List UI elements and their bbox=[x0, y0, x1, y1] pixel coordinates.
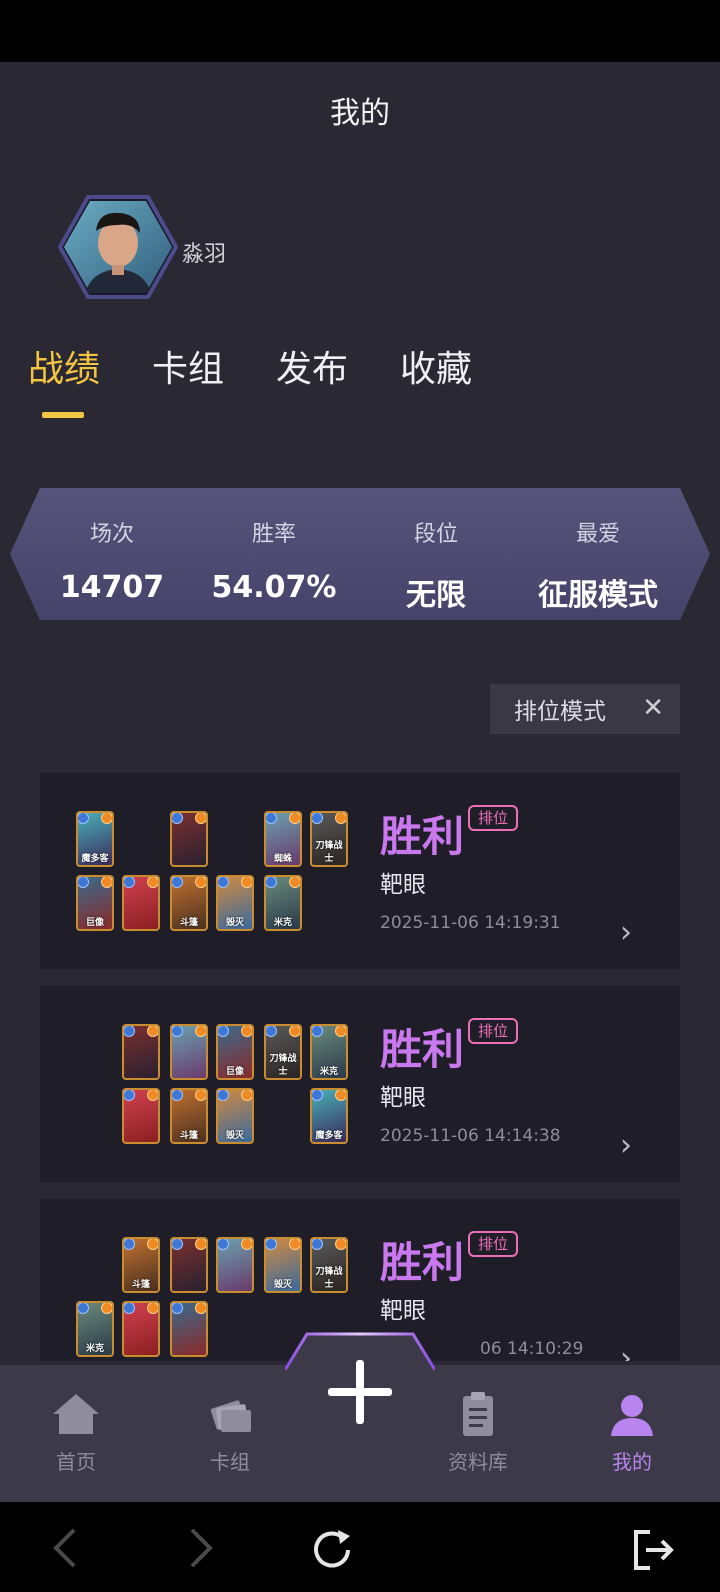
status-bar bbox=[0, 0, 720, 62]
chevron-right-icon: › bbox=[620, 1341, 632, 1361]
deck-card: 巨像 bbox=[216, 1024, 254, 1080]
deck-card: 斗篷 bbox=[170, 875, 208, 931]
deck-card bbox=[122, 1024, 160, 1080]
nav-profile[interactable]: 我的 bbox=[582, 1390, 682, 1475]
deck-card: 魔多客 bbox=[310, 1088, 348, 1144]
forward-arrow-icon[interactable] bbox=[180, 1526, 220, 1570]
close-icon[interactable]: ✕ bbox=[642, 693, 664, 723]
nav-label: 卡组 bbox=[210, 1450, 250, 1474]
nav-label: 资料库 bbox=[448, 1450, 508, 1474]
match-result: 胜利 bbox=[380, 1238, 465, 1287]
username: 淼羽 bbox=[182, 242, 227, 267]
home-icon bbox=[53, 1394, 99, 1434]
avatar[interactable] bbox=[57, 195, 179, 299]
deck-card: 米克 bbox=[264, 875, 302, 931]
refresh-icon[interactable] bbox=[308, 1526, 356, 1574]
deck-card: 刀锋战士 bbox=[264, 1024, 302, 1080]
deck-card: 蜘蛛 bbox=[264, 811, 302, 867]
page-title: 我的 bbox=[330, 96, 390, 131]
stat-value: 54.07% bbox=[211, 570, 337, 605]
deck-card bbox=[170, 1301, 208, 1357]
mode-filter-chip[interactable]: 排位模式 ✕ bbox=[490, 684, 680, 734]
match-list: 魔多客 蜘蛛 刀锋战士 巨像 斗篷 毁灭 米克 胜利 排位 靶眼 2025-11… bbox=[40, 773, 680, 1361]
match-result: 胜利 bbox=[380, 812, 465, 861]
tab-decks[interactable]: 卡组 bbox=[152, 340, 224, 392]
back-arrow-icon[interactable] bbox=[46, 1526, 86, 1570]
deck-card bbox=[170, 811, 208, 867]
deck-card: 毁灭 bbox=[264, 1237, 302, 1293]
tab-published[interactable]: 发布 bbox=[276, 340, 348, 392]
match-time: 2025-11-06 14:14:38 bbox=[380, 1126, 561, 1146]
stats-banner: 场次 14707 胜率 54.07% 段位 无限 最爱 征服模式 bbox=[10, 488, 710, 628]
nav-label: 首页 bbox=[56, 1450, 96, 1474]
filter-label: 排位模式 bbox=[514, 699, 606, 725]
create-plus-button[interactable] bbox=[322, 1354, 398, 1430]
cards-icon bbox=[210, 1400, 251, 1432]
nav-home[interactable]: 首页 bbox=[26, 1390, 126, 1475]
mode-badge: 排位 bbox=[468, 1018, 519, 1044]
chevron-right-icon: › bbox=[620, 1128, 632, 1163]
tab-favorites[interactable]: 收藏 bbox=[400, 340, 472, 392]
stat-label: 场次 bbox=[89, 522, 134, 547]
clipboard-icon bbox=[463, 1392, 493, 1436]
deck-card bbox=[122, 875, 160, 931]
stat-label: 胜率 bbox=[251, 522, 296, 547]
mode-badge: 排位 bbox=[468, 805, 519, 831]
deck-card: 斗篷 bbox=[122, 1237, 160, 1293]
exit-icon[interactable] bbox=[628, 1526, 676, 1574]
stat-value: 征服模式 bbox=[538, 578, 658, 613]
deck-card: 米克 bbox=[310, 1024, 348, 1080]
opponent-name: 靶眼 bbox=[380, 872, 426, 898]
deck-card bbox=[170, 1237, 208, 1293]
match-time: 2025-11-06 14:19:31 bbox=[380, 913, 561, 933]
deck-card bbox=[122, 1301, 160, 1357]
stat-value: 14707 bbox=[59, 570, 165, 605]
tab-records[interactable]: 战绩 bbox=[28, 340, 100, 392]
hero-portrait-avatar-icon bbox=[57, 195, 179, 299]
deck-card: 刀锋战士 bbox=[310, 1237, 348, 1293]
deck-card: 魔多客 bbox=[76, 811, 114, 867]
deck-card: 米克 bbox=[76, 1301, 114, 1357]
deck-card: 刀锋战士 bbox=[310, 811, 348, 867]
opponent-name: 靶眼 bbox=[380, 1298, 426, 1324]
nav-label: 我的 bbox=[612, 1450, 652, 1474]
match-card[interactable]: 魔多客 蜘蛛 刀锋战士 巨像 斗篷 毁灭 米克 胜利 排位 靶眼 2025-11… bbox=[40, 773, 680, 969]
deck-card: 毁灭 bbox=[216, 1088, 254, 1144]
deck-card: 巨像 bbox=[76, 875, 114, 931]
stat-label: 段位 bbox=[413, 522, 458, 547]
deck-cards: 巨像 刀锋战士 米克 斗篷 毁灭 魔多客 bbox=[76, 1024, 366, 1154]
match-result: 胜利 bbox=[380, 1025, 465, 1074]
deck-card: 毁灭 bbox=[216, 875, 254, 931]
deck-card bbox=[122, 1088, 160, 1144]
nav-library[interactable]: 资料库 bbox=[428, 1390, 528, 1475]
mode-badge: 排位 bbox=[468, 1231, 519, 1257]
deck-cards: 魔多客 蜘蛛 刀锋战士 巨像 斗篷 毁灭 米克 bbox=[76, 811, 366, 941]
profile-icon bbox=[611, 1395, 653, 1436]
stat-label: 最爱 bbox=[575, 522, 620, 547]
stat-value: 无限 bbox=[406, 578, 466, 613]
system-nav-bar bbox=[0, 1502, 720, 1592]
deck-card bbox=[216, 1237, 254, 1293]
nav-decks[interactable]: 卡组 bbox=[180, 1390, 280, 1475]
opponent-name: 靶眼 bbox=[380, 1085, 426, 1111]
match-card[interactable]: 巨像 刀锋战士 米克 斗篷 毁灭 魔多客 胜利 排位 靶眼 2025-11-06… bbox=[40, 986, 680, 1182]
match-time: 06 14:10:29 bbox=[480, 1339, 584, 1359]
active-tab-indicator bbox=[42, 412, 84, 418]
deck-card: 斗篷 bbox=[170, 1088, 208, 1144]
deck-card bbox=[170, 1024, 208, 1080]
chevron-right-icon: › bbox=[620, 915, 632, 950]
